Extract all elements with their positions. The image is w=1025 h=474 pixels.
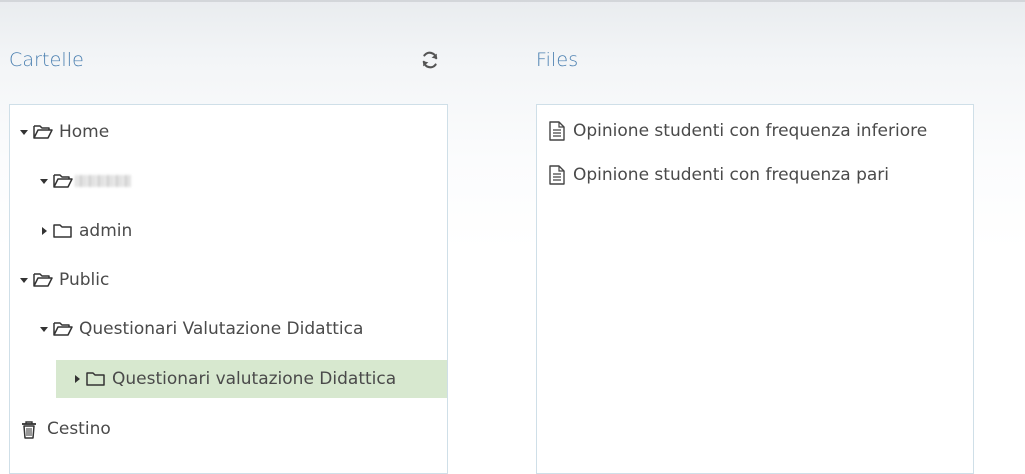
caret-right-icon[interactable] xyxy=(39,226,49,236)
header-divider xyxy=(0,0,1025,2)
folder-open-icon xyxy=(33,124,53,140)
files-panel-title: Files xyxy=(536,49,579,71)
tree-item-label: Public xyxy=(59,270,110,290)
tree-item-questionari-subfolder[interactable]: Questionari valutazione Didattica xyxy=(56,360,447,398)
tree-item-label: admin xyxy=(79,221,133,241)
tree-item-questionari[interactable]: Questionari Valutazione Didattica xyxy=(39,310,447,348)
caret-down-icon[interactable] xyxy=(19,127,29,137)
tree-item-public[interactable]: Public xyxy=(19,261,439,299)
file-name: Opinione studenti con frequenza pari xyxy=(573,165,889,185)
tree-item-label: Questionari Valutazione Didattica xyxy=(79,319,364,339)
tree-item-label: Home xyxy=(59,122,110,142)
folder-open-icon xyxy=(53,173,73,189)
folders-panel-title: Cartelle xyxy=(9,49,84,71)
caret-down-icon[interactable] xyxy=(19,275,29,285)
tree-item-admin[interactable]: admin xyxy=(39,212,439,250)
folder-icon xyxy=(53,223,73,239)
folder-tree: Home admin Public Questionari Valutazion… xyxy=(9,104,448,474)
tree-item-home[interactable]: Home xyxy=(19,113,439,151)
file-icon xyxy=(549,121,565,141)
redacted-folder-name xyxy=(75,175,131,187)
trash-icon xyxy=(21,421,37,439)
file-item[interactable]: Opinione studenti con frequenza inferior… xyxy=(549,116,927,146)
refresh-icon[interactable] xyxy=(420,50,440,70)
folder-open-icon xyxy=(33,272,53,288)
caret-right-icon[interactable] xyxy=(72,374,82,384)
file-icon xyxy=(549,165,565,185)
caret-down-icon[interactable] xyxy=(39,176,49,186)
caret-down-icon[interactable] xyxy=(39,324,49,334)
tree-item-trash[interactable]: Cestino xyxy=(19,410,439,448)
file-item[interactable]: Opinione studenti con frequenza pari xyxy=(549,160,889,190)
file-list: Opinione studenti con frequenza inferior… xyxy=(536,104,974,474)
file-name: Opinione studenti con frequenza inferior… xyxy=(573,121,928,141)
folder-icon xyxy=(86,371,106,387)
tree-item-label: Questionari valutazione Didattica xyxy=(112,369,397,389)
folder-open-icon xyxy=(53,321,73,337)
tree-item-user-folder[interactable] xyxy=(39,162,439,200)
tree-item-label: Cestino xyxy=(47,419,111,439)
